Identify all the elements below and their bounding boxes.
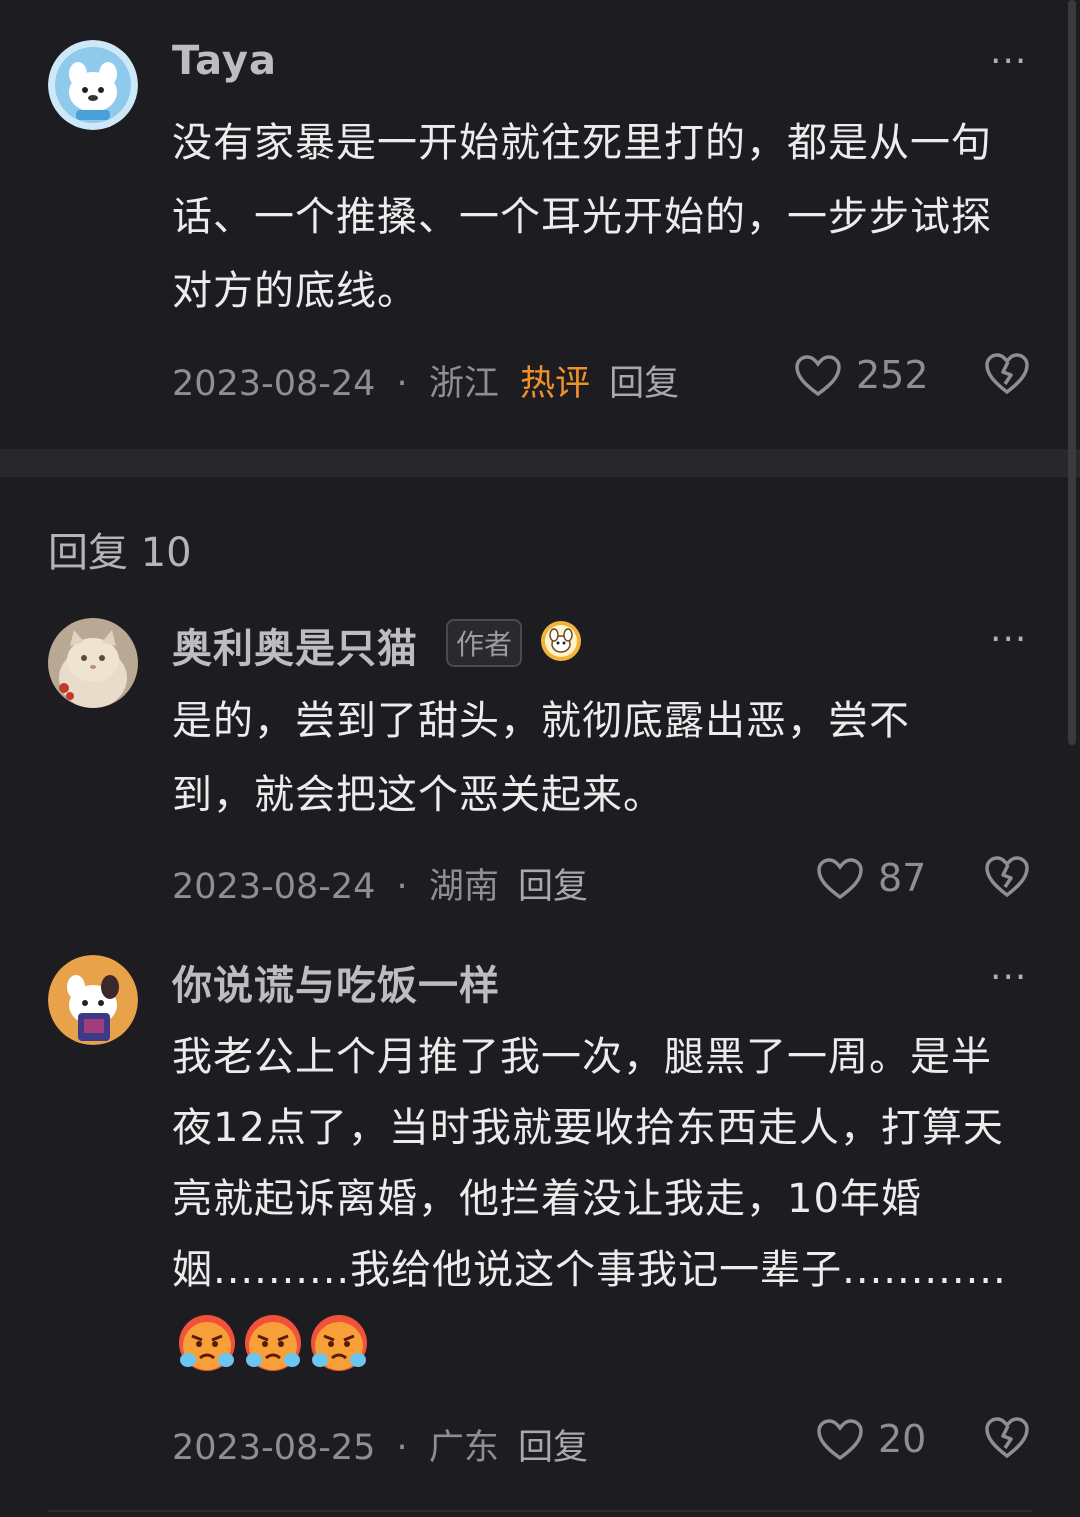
reply-date: 2023-08-25	[172, 1428, 376, 1468]
reply-text: 我老公上个月推了我一次，腿黑了一周。是半夜12点了，当时我就要收拾东西走人，打算…	[172, 1022, 1022, 1377]
scrollbar[interactable]	[1068, 0, 1076, 745]
heart-icon[interactable]	[794, 354, 842, 398]
author-badge: 作者	[446, 619, 523, 667]
angry-crying-emoji-icon	[176, 1312, 238, 1374]
reply-meta: 2023-08-25 · 广东 回复	[172, 1419, 588, 1470]
reply-location: 广东	[428, 1428, 499, 1468]
heart-icon[interactable]	[816, 857, 864, 901]
reply-button[interactable]: 回复	[518, 1428, 588, 1468]
angry-crying-emoji-icon	[308, 1312, 370, 1374]
heart-icon[interactable]	[816, 1418, 864, 1462]
reply-meta: 2023-08-24 · 湖南 回复	[172, 858, 588, 909]
reply-button[interactable]: 回复	[609, 364, 679, 404]
like-count: 20	[878, 1417, 927, 1461]
reply-text-body: 我老公上个月推了我一次，腿黑了一周。是半夜12点了，当时我就要收拾东西走人，打算…	[172, 1034, 1007, 1293]
angry-crying-emoji-icon	[242, 1312, 304, 1374]
comment-date: 2023-08-24	[172, 364, 376, 404]
like-count: 252	[856, 353, 929, 397]
hot-comment-badge: 热评	[519, 364, 590, 404]
dog-badge-icon	[541, 621, 581, 661]
username[interactable]: Taya	[172, 38, 277, 84]
comment-location: 浙江	[428, 364, 499, 404]
separator: ·	[396, 364, 408, 404]
like-count: 87	[878, 856, 927, 900]
reply-text: 是的，尝到了甜头，就彻底露出恶，尝不到，就会把这个恶关起来。	[172, 698, 910, 818]
comment-text: 没有家暴是一开始就往死里打的，都是从一句话、一个推搡、一个耳光开始的，一步步试探…	[172, 120, 992, 314]
avatar[interactable]	[48, 955, 138, 1045]
more-options-button[interactable]: ···	[990, 622, 1027, 658]
broken-heart-icon[interactable]	[984, 855, 1030, 899]
more-options-button[interactable]: ···	[990, 44, 1027, 80]
broken-heart-icon[interactable]	[984, 1416, 1030, 1460]
username[interactable]: 你说谎与吃饭一样	[172, 953, 500, 1011]
reply-date: 2023-08-24	[172, 867, 376, 907]
reply-location: 湖南	[428, 867, 499, 907]
section-divider	[0, 449, 1080, 477]
separator: ·	[396, 1428, 408, 1468]
comment-meta: 2023-08-24 · 浙江 热评 回复	[172, 355, 679, 406]
divider	[48, 1510, 1032, 1512]
reply-button[interactable]: 回复	[518, 867, 588, 907]
avatar[interactable]	[48, 40, 138, 130]
username[interactable]: 奥利奥是只猫	[172, 616, 418, 674]
broken-heart-icon[interactable]	[984, 352, 1030, 396]
replies-count-header: 回复 10	[48, 530, 192, 576]
avatar[interactable]	[48, 618, 138, 708]
separator: ·	[396, 867, 408, 907]
more-options-button[interactable]: ···	[990, 960, 1027, 996]
